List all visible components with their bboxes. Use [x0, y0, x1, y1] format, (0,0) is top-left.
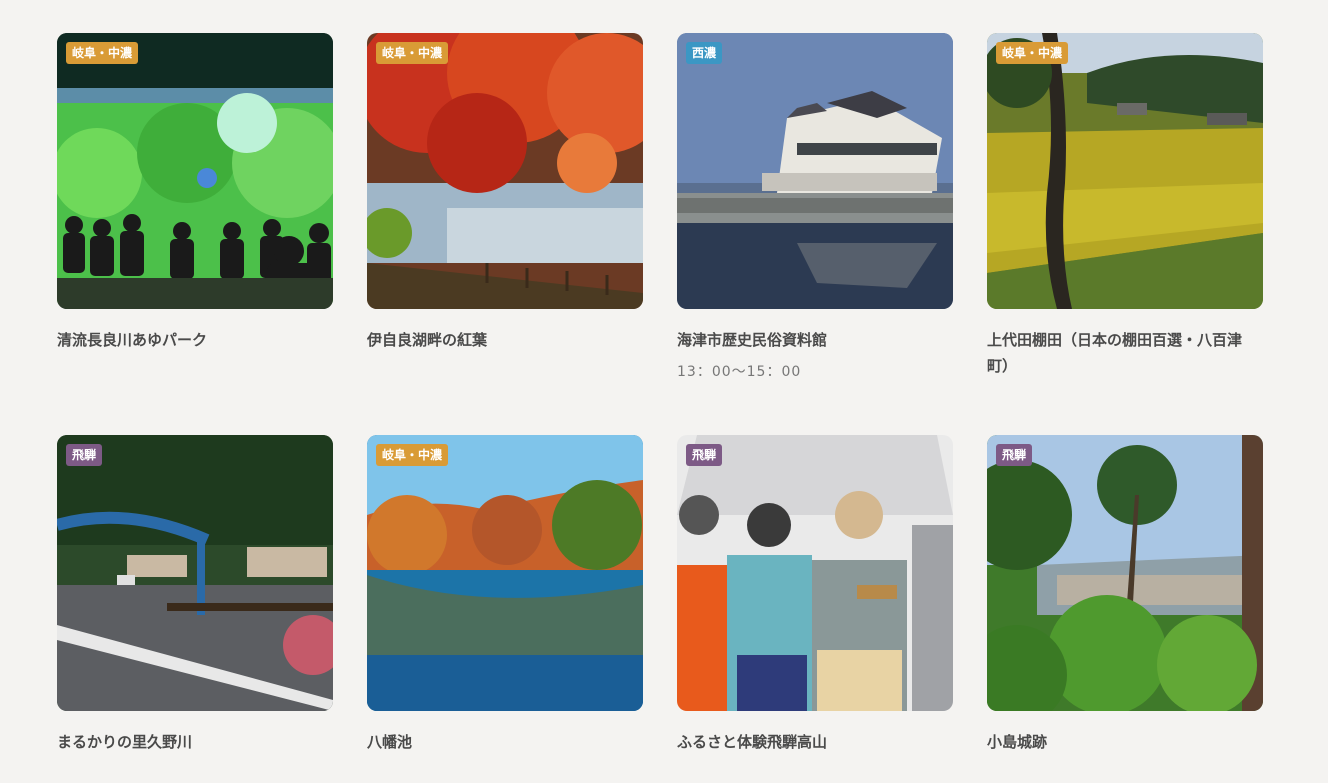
- spot-title[interactable]: まるかりの里久野川: [57, 729, 333, 755]
- spot-image[interactable]: 飛騨: [677, 435, 953, 711]
- spot-card[interactable]: 西濃 海津市歴史民俗資料館 13：00〜15：00: [677, 33, 953, 435]
- spot-title[interactable]: ふるさと体験飛騨高山: [677, 729, 953, 755]
- spot-image[interactable]: 西濃: [677, 33, 953, 309]
- spot-card[interactable]: 岐阜・中濃 伊自良湖畔の紅葉: [367, 33, 643, 435]
- spot-card[interactable]: 飛騨 小島城跡: [987, 435, 1263, 775]
- spot-image[interactable]: 岐阜・中濃: [367, 435, 643, 711]
- rice-terrace-photo: [987, 33, 1263, 309]
- spot-card[interactable]: 飛騨 まるかりの里久野川: [57, 435, 333, 775]
- region-badge: 飛騨: [996, 444, 1033, 466]
- region-badge: 岐阜・中濃: [376, 42, 449, 64]
- spot-time: 13：00〜15：00: [677, 364, 802, 380]
- spot-title[interactable]: 上代田棚田（日本の棚田百選・八百津町）: [987, 327, 1263, 379]
- spot-card[interactable]: 岐阜・中濃 八幡池: [367, 435, 643, 775]
- spot-card[interactable]: 岐阜・中濃 上代田棚田（日本の棚田百選・八百津町）: [987, 33, 1263, 435]
- spot-grid: 岐阜・中濃 清流長良川あゆパーク 岐阜・中濃 伊自良湖畔の紅葉 西濃 海津市歴史…: [57, 33, 1263, 775]
- autumn-lake-photo: [367, 33, 643, 309]
- snow-hut-photo: [677, 435, 953, 711]
- region-badge: 岐阜・中濃: [996, 42, 1069, 64]
- campground-gate-photo: [57, 435, 333, 711]
- spot-title[interactable]: 伊自良湖畔の紅葉: [367, 327, 643, 353]
- pond-photo: [367, 435, 643, 711]
- region-badge: 飛騨: [66, 444, 103, 466]
- spot-title[interactable]: 八幡池: [367, 729, 643, 755]
- museum-photo: [677, 33, 953, 309]
- spot-title[interactable]: 小島城跡: [987, 729, 1263, 755]
- spot-card[interactable]: 飛騨 ふるさと体験飛騨高山: [677, 435, 953, 775]
- castle-ruins-photo: [987, 435, 1263, 711]
- spot-image[interactable]: 飛騨: [987, 435, 1263, 711]
- region-badge: 岐阜・中濃: [376, 444, 449, 466]
- spot-title[interactable]: 清流長良川あゆパーク: [57, 327, 333, 353]
- aquarium-photo: [57, 33, 333, 309]
- region-badge: 岐阜・中濃: [66, 42, 139, 64]
- spot-image[interactable]: 岐阜・中濃: [987, 33, 1263, 309]
- spot-title[interactable]: 海津市歴史民俗資料館: [677, 327, 953, 353]
- region-badge: 西濃: [686, 42, 723, 64]
- spot-card[interactable]: 岐阜・中濃 清流長良川あゆパーク: [57, 33, 333, 435]
- spot-image[interactable]: 岐阜・中濃: [57, 33, 333, 309]
- spot-image[interactable]: 岐阜・中濃: [367, 33, 643, 309]
- spot-image[interactable]: 飛騨: [57, 435, 333, 711]
- region-badge: 飛騨: [686, 444, 723, 466]
